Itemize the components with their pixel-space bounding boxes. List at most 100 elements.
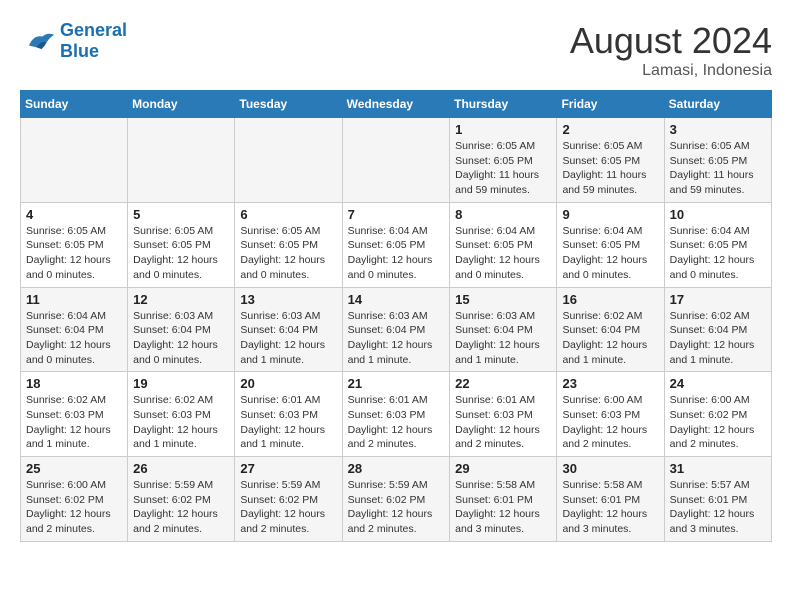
- day-info: Sunrise: 6:05 AM Sunset: 6:05 PM Dayligh…: [133, 224, 229, 283]
- calendar-cell: [128, 118, 235, 203]
- day-number: 12: [133, 292, 229, 307]
- day-info: Sunrise: 6:04 AM Sunset: 6:05 PM Dayligh…: [455, 224, 551, 283]
- calendar-cell: 23 Sunrise: 6:00 AM Sunset: 6:03 PM Dayli…: [557, 372, 664, 457]
- calendar-cell: 11 Sunrise: 6:04 AM Sunset: 6:04 PM Dayli…: [21, 287, 128, 372]
- day-info: Sunrise: 6:03 AM Sunset: 6:04 PM Dayligh…: [348, 309, 445, 368]
- day-info: Sunrise: 5:58 AM Sunset: 6:01 PM Dayligh…: [455, 478, 551, 537]
- calendar-week-row: 11 Sunrise: 6:04 AM Sunset: 6:04 PM Dayli…: [21, 287, 772, 372]
- day-info: Sunrise: 6:02 AM Sunset: 6:03 PM Dayligh…: [26, 393, 122, 452]
- calendar-cell: 29 Sunrise: 5:58 AM Sunset: 6:01 PM Dayli…: [450, 457, 557, 542]
- weekday-header: Friday: [557, 91, 664, 118]
- day-number: 9: [562, 207, 658, 222]
- day-info: Sunrise: 6:05 AM Sunset: 6:05 PM Dayligh…: [562, 139, 658, 198]
- day-number: 6: [240, 207, 336, 222]
- day-number: 18: [26, 376, 122, 391]
- day-info: Sunrise: 6:01 AM Sunset: 6:03 PM Dayligh…: [240, 393, 336, 452]
- calendar-cell: 14 Sunrise: 6:03 AM Sunset: 6:04 PM Dayli…: [342, 287, 450, 372]
- calendar-cell: 10Sunrise: 6:04 AM Sunset: 6:05 PM Dayli…: [664, 202, 771, 287]
- calendar-cell: 3 Sunrise: 6:05 AM Sunset: 6:05 PM Daylig…: [664, 118, 771, 203]
- calendar-week-row: 4 Sunrise: 6:05 AM Sunset: 6:05 PM Daylig…: [21, 202, 772, 287]
- calendar-cell: 7 Sunrise: 6:04 AM Sunset: 6:05 PM Daylig…: [342, 202, 450, 287]
- calendar-table: SundayMondayTuesdayWednesdayThursdayFrid…: [20, 90, 772, 542]
- calendar-cell: [342, 118, 450, 203]
- day-number: 19: [133, 376, 229, 391]
- day-number: 27: [240, 461, 336, 476]
- day-info: Sunrise: 5:59 AM Sunset: 6:02 PM Dayligh…: [133, 478, 229, 537]
- calendar-cell: 6 Sunrise: 6:05 AM Sunset: 6:05 PM Daylig…: [235, 202, 342, 287]
- calendar-week-row: 1 Sunrise: 6:05 AM Sunset: 6:05 PM Daylig…: [21, 118, 772, 203]
- logo: General Blue: [20, 20, 127, 62]
- day-info: Sunrise: 5:58 AM Sunset: 6:01 PM Dayligh…: [562, 478, 658, 537]
- day-number: 14: [348, 292, 445, 307]
- day-number: 20: [240, 376, 336, 391]
- calendar-cell: 18 Sunrise: 6:02 AM Sunset: 6:03 PM Dayli…: [21, 372, 128, 457]
- calendar-cell: 25 Sunrise: 6:00 AM Sunset: 6:02 PM Dayli…: [21, 457, 128, 542]
- day-info: Sunrise: 6:03 AM Sunset: 6:04 PM Dayligh…: [455, 309, 551, 368]
- logo-bird-icon: [20, 27, 56, 55]
- day-number: 13: [240, 292, 336, 307]
- calendar-cell: 17 Sunrise: 6:02 AM Sunset: 6:04 PM Dayli…: [664, 287, 771, 372]
- day-info: Sunrise: 6:01 AM Sunset: 6:03 PM Dayligh…: [455, 393, 551, 452]
- calendar-cell: 26 Sunrise: 5:59 AM Sunset: 6:02 PM Dayli…: [128, 457, 235, 542]
- day-number: 23: [562, 376, 658, 391]
- day-number: 5: [133, 207, 229, 222]
- day-info: Sunrise: 6:02 AM Sunset: 6:03 PM Dayligh…: [133, 393, 229, 452]
- day-number: 7: [348, 207, 445, 222]
- title-block: August 2024 Lamasi, Indonesia: [570, 20, 772, 80]
- day-info: Sunrise: 6:05 AM Sunset: 6:05 PM Dayligh…: [670, 139, 766, 198]
- day-info: Sunrise: 6:00 AM Sunset: 6:03 PM Dayligh…: [562, 393, 658, 452]
- calendar-cell: 1Sunrise: 6:05 AM Sunset: 6:05 PM Daylig…: [450, 118, 557, 203]
- day-info: Sunrise: 6:04 AM Sunset: 6:04 PM Dayligh…: [26, 309, 122, 368]
- calendar-cell: 4 Sunrise: 6:05 AM Sunset: 6:05 PM Daylig…: [21, 202, 128, 287]
- day-info: Sunrise: 5:59 AM Sunset: 6:02 PM Dayligh…: [348, 478, 445, 537]
- day-number: 17: [670, 292, 766, 307]
- calendar-cell: 20 Sunrise: 6:01 AM Sunset: 6:03 PM Dayli…: [235, 372, 342, 457]
- calendar-cell: 27 Sunrise: 5:59 AM Sunset: 6:02 PM Dayli…: [235, 457, 342, 542]
- calendar-cell: [21, 118, 128, 203]
- calendar-week-row: 18 Sunrise: 6:02 AM Sunset: 6:03 PM Dayli…: [21, 372, 772, 457]
- day-number: 1: [455, 122, 551, 137]
- day-info: Sunrise: 6:01 AM Sunset: 6:03 PM Dayligh…: [348, 393, 445, 452]
- day-number: 4: [26, 207, 122, 222]
- calendar-cell: 28 Sunrise: 5:59 AM Sunset: 6:02 PM Dayli…: [342, 457, 450, 542]
- weekday-header: Saturday: [664, 91, 771, 118]
- day-number: 30: [562, 461, 658, 476]
- day-number: 25: [26, 461, 122, 476]
- day-info: Sunrise: 5:57 AM Sunset: 6:01 PM Dayligh…: [670, 478, 766, 537]
- day-info: Sunrise: 6:03 AM Sunset: 6:04 PM Dayligh…: [133, 309, 229, 368]
- day-number: 11: [26, 292, 122, 307]
- day-info: Sunrise: 5:59 AM Sunset: 6:02 PM Dayligh…: [240, 478, 336, 537]
- day-number: 29: [455, 461, 551, 476]
- day-info: Sunrise: 6:00 AM Sunset: 6:02 PM Dayligh…: [670, 393, 766, 452]
- calendar-cell: 8Sunrise: 6:04 AM Sunset: 6:05 PM Daylig…: [450, 202, 557, 287]
- day-number: 16: [562, 292, 658, 307]
- day-info: Sunrise: 6:04 AM Sunset: 6:05 PM Dayligh…: [348, 224, 445, 283]
- weekday-header: Tuesday: [235, 91, 342, 118]
- day-info: Sunrise: 6:05 AM Sunset: 6:05 PM Dayligh…: [240, 224, 336, 283]
- calendar-cell: 9Sunrise: 6:04 AM Sunset: 6:05 PM Daylig…: [557, 202, 664, 287]
- location: Lamasi, Indonesia: [570, 62, 772, 80]
- calendar-cell: [235, 118, 342, 203]
- weekday-header-row: SundayMondayTuesdayWednesdayThursdayFrid…: [21, 91, 772, 118]
- weekday-header: Sunday: [21, 91, 128, 118]
- day-number: 22: [455, 376, 551, 391]
- day-number: 3: [670, 122, 766, 137]
- day-info: Sunrise: 6:02 AM Sunset: 6:04 PM Dayligh…: [670, 309, 766, 368]
- page-header: General Blue August 2024 Lamasi, Indones…: [20, 20, 772, 80]
- calendar-week-row: 25 Sunrise: 6:00 AM Sunset: 6:02 PM Dayli…: [21, 457, 772, 542]
- day-info: Sunrise: 6:03 AM Sunset: 6:04 PM Dayligh…: [240, 309, 336, 368]
- day-info: Sunrise: 6:00 AM Sunset: 6:02 PM Dayligh…: [26, 478, 122, 537]
- day-number: 2: [562, 122, 658, 137]
- day-number: 26: [133, 461, 229, 476]
- day-info: Sunrise: 6:05 AM Sunset: 6:05 PM Dayligh…: [26, 224, 122, 283]
- calendar-cell: 31Sunrise: 5:57 AM Sunset: 6:01 PM Dayli…: [664, 457, 771, 542]
- calendar-cell: 19 Sunrise: 6:02 AM Sunset: 6:03 PM Dayli…: [128, 372, 235, 457]
- day-info: Sunrise: 6:02 AM Sunset: 6:04 PM Dayligh…: [562, 309, 658, 368]
- day-info: Sunrise: 6:04 AM Sunset: 6:05 PM Dayligh…: [670, 224, 766, 283]
- calendar-cell: 15 Sunrise: 6:03 AM Sunset: 6:04 PM Dayli…: [450, 287, 557, 372]
- logo-text: General Blue: [60, 20, 127, 62]
- day-number: 28: [348, 461, 445, 476]
- calendar-cell: 24Sunrise: 6:00 AM Sunset: 6:02 PM Dayli…: [664, 372, 771, 457]
- day-number: 21: [348, 376, 445, 391]
- day-number: 15: [455, 292, 551, 307]
